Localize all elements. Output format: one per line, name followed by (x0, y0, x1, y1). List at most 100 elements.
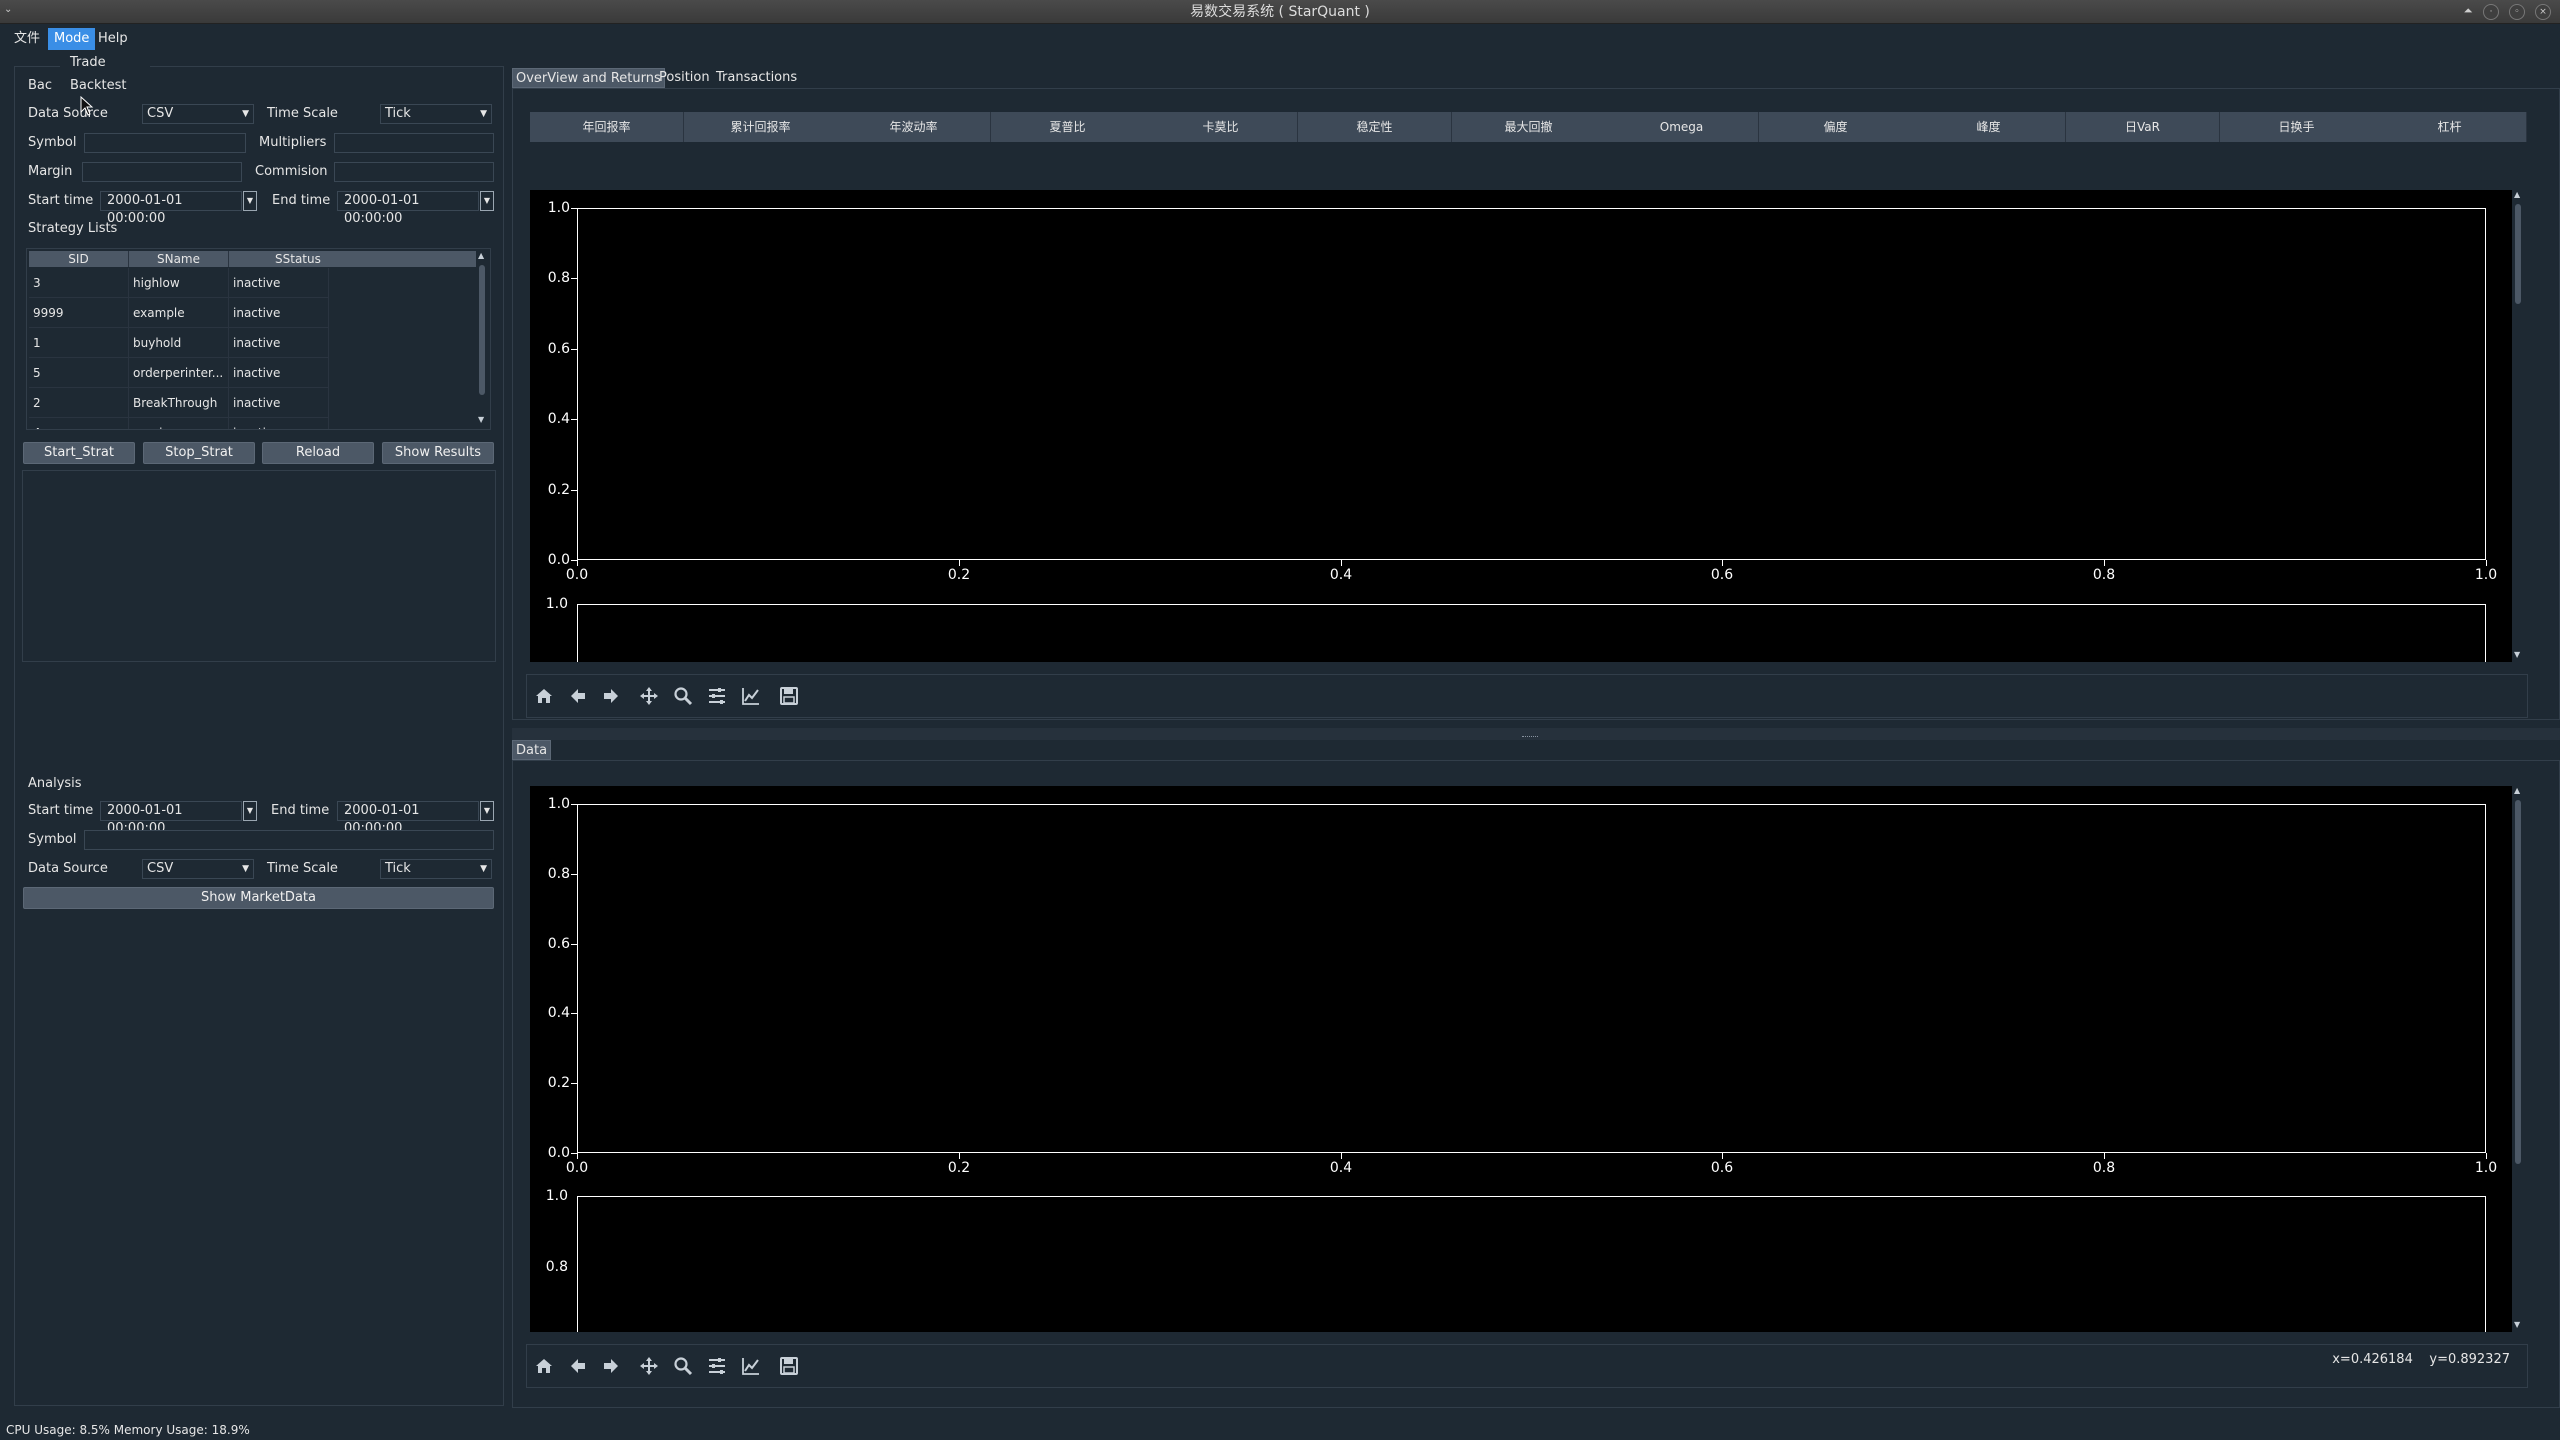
table-cell-sid[interactable]: 5 (29, 358, 129, 388)
calendar-dropdown-icon[interactable]: ▼ (243, 191, 257, 211)
time-scale-select[interactable]: Tick ▼ (380, 104, 492, 124)
home-icon[interactable] (530, 1352, 558, 1380)
overview-second-axes[interactable] (577, 604, 2486, 662)
table-cell-sid[interactable]: 4 (29, 418, 129, 429)
log-text-area[interactable] (22, 470, 496, 662)
shade-icon[interactable]: · (2483, 4, 2499, 20)
strategy-lists-label: Strategy Lists (28, 221, 118, 236)
plot-scrollbar[interactable]: ▲ ▼ (2512, 190, 2524, 662)
splitter-handle[interactable] (512, 728, 2560, 740)
tab-data[interactable]: Data (512, 740, 552, 760)
table-cell-status[interactable]: inactive (229, 358, 329, 388)
table-cell-status[interactable]: inactive (229, 418, 329, 429)
data-source-select[interactable]: CSV ▼ (142, 104, 254, 124)
table-cell-status[interactable]: inactive (229, 388, 329, 418)
y-tick-label: 1.0 (545, 1188, 568, 1204)
zoom-icon[interactable] (669, 682, 697, 710)
back-icon[interactable] (564, 1352, 592, 1380)
forward-icon[interactable] (597, 1352, 625, 1380)
scroll-down-icon[interactable]: ▼ (2514, 650, 2520, 659)
menu-item-trade[interactable]: Trade (70, 53, 106, 73)
market-axes[interactable] (577, 804, 2486, 1153)
y-tick-mark (571, 944, 577, 945)
table-cell-status[interactable]: inactive (229, 328, 329, 358)
maximize-icon[interactable]: ◦ (2509, 4, 2525, 20)
strategy-table[interactable]: SID SName SStatus 3 highlow inactive 999… (26, 248, 491, 430)
keep-above-icon[interactable]: ⏶ (2460, 4, 2476, 20)
tab-position[interactable]: Position (656, 68, 713, 88)
table-cell-sname[interactable]: highlow (129, 268, 229, 298)
configure-icon[interactable] (703, 682, 731, 710)
multipliers-input[interactable] (334, 133, 494, 153)
table-cell-sname[interactable]: movingavera... (129, 418, 229, 429)
start-strat-button[interactable]: Start_Strat (23, 442, 135, 464)
show-results-button[interactable]: Show Results (382, 442, 494, 464)
x-tick-mark (1341, 560, 1342, 566)
table-scrollbar[interactable]: ▲ ▼ (476, 251, 488, 427)
analysis-end-time-field[interactable]: 2000-01-01 00:00:00 (337, 801, 479, 836)
table-cell-sid[interactable]: 1 (29, 328, 129, 358)
reload-button[interactable]: Reload (262, 442, 374, 464)
zoom-icon[interactable] (669, 1352, 697, 1380)
configure-icon[interactable] (703, 1352, 731, 1380)
close-icon[interactable]: × (2535, 4, 2551, 20)
table-cell-sid[interactable]: 9999 (29, 298, 129, 328)
calendar-dropdown-icon[interactable]: ▼ (243, 801, 257, 821)
table-cell-status[interactable]: inactive (229, 298, 329, 328)
scroll-down-icon[interactable]: ▼ (2514, 1320, 2520, 1329)
plot-toolbar (526, 674, 2528, 718)
menu-item-backtest[interactable]: Backtest (70, 76, 127, 96)
table-cell-status[interactable]: inactive (229, 268, 329, 298)
table-cell-sname[interactable]: buyhold (129, 328, 229, 358)
margin-input[interactable] (82, 162, 242, 182)
calendar-dropdown-icon[interactable]: ▼ (480, 801, 494, 821)
column-header-sstatus[interactable]: SStatus (229, 251, 477, 267)
y-tick-label: 0.0 (547, 552, 570, 568)
analysis-start-time-field[interactable]: 2000-01-01 00:00:00 (100, 801, 242, 836)
analysis-symbol-input[interactable] (84, 830, 494, 850)
table-cell-sname[interactable]: BreakThrough (129, 388, 229, 418)
column-header-sname[interactable]: SName (129, 251, 229, 267)
scroll-up-icon[interactable]: ▲ (478, 251, 484, 260)
home-icon[interactable] (530, 682, 558, 710)
edit-curves-icon[interactable] (737, 682, 765, 710)
analysis-label: Analysis (28, 776, 82, 791)
table-cell-sid[interactable]: 3 (29, 268, 129, 298)
splitter-grip-icon[interactable] (1522, 736, 1538, 738)
analysis-time-scale-select[interactable]: Tick ▼ (380, 859, 492, 879)
scroll-up-icon[interactable]: ▲ (2514, 190, 2520, 199)
scroll-up-icon[interactable]: ▲ (2514, 786, 2520, 795)
tab-overview-returns[interactable]: OverView and Returns (512, 68, 665, 88)
pan-icon[interactable] (635, 682, 663, 710)
edit-curves-icon[interactable] (737, 1352, 765, 1380)
overview-axes[interactable] (577, 208, 2486, 560)
save-icon[interactable] (775, 1352, 803, 1380)
back-icon[interactable] (564, 682, 592, 710)
save-icon[interactable] (775, 682, 803, 710)
pan-icon[interactable] (635, 1352, 663, 1380)
commision-input[interactable] (334, 162, 494, 182)
plot-scrollbar[interactable]: ▲ ▼ (2512, 786, 2524, 1332)
symbol-input[interactable] (84, 133, 246, 153)
show-marketdata-button[interactable]: Show MarketData (23, 887, 494, 909)
scrollbar-thumb[interactable] (2515, 204, 2521, 304)
scrollbar-thumb[interactable] (2515, 800, 2521, 1164)
analysis-data-source-select[interactable]: CSV ▼ (142, 859, 254, 879)
menu-help[interactable]: Help (92, 28, 134, 50)
stop-strat-button[interactable]: Stop_Strat (143, 442, 255, 464)
end-time-field[interactable]: 2000-01-01 00:00:00 (337, 191, 479, 226)
table-cell-sname[interactable]: orderperinter... (129, 358, 229, 388)
table-cell-sname[interactable]: example (129, 298, 229, 328)
table-cell-sid[interactable]: 2 (29, 388, 129, 418)
scrollbar-thumb[interactable] (479, 265, 485, 395)
start-time-field[interactable]: 2000-01-01 00:00:00 (100, 191, 242, 226)
calendar-dropdown-icon[interactable]: ▼ (480, 191, 494, 211)
market-second-axes[interactable] (577, 1196, 2486, 1332)
column-header-sid[interactable]: SID (29, 251, 129, 267)
x-tick-label: 0.4 (1329, 567, 1353, 583)
tab-transactions[interactable]: Transactions (713, 68, 800, 88)
menu-mode[interactable]: Mode (48, 28, 96, 50)
menu-file[interactable]: 文件 (8, 28, 46, 50)
scroll-down-icon[interactable]: ▼ (478, 415, 484, 424)
forward-icon[interactable] (597, 682, 625, 710)
